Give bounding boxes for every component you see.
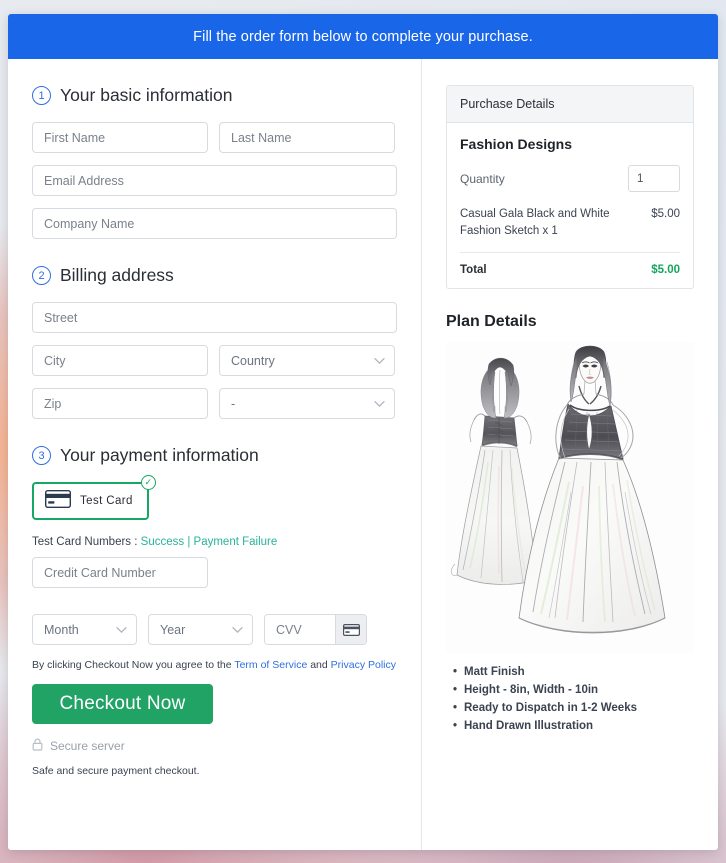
total-row: Total $5.00	[460, 253, 680, 276]
line-item-name: Casual Gala Black and White Fashion Sket…	[460, 208, 610, 237]
step-number-2: 2	[32, 266, 51, 285]
payment-method-tile-wrapper: Test Card ✓	[32, 475, 156, 520]
fashion-sketch-image	[446, 342, 694, 654]
secure-server-label: Secure server	[50, 739, 125, 753]
name-row	[32, 122, 401, 153]
cvv-card-icon	[335, 615, 366, 644]
expiry-month-value: Month	[32, 614, 137, 645]
zip-state-row: -	[32, 388, 401, 419]
cvv-input[interactable]	[265, 615, 335, 644]
company-row	[32, 208, 401, 239]
plan-details-title: Plan Details	[446, 313, 537, 331]
line-item-row: Casual Gala Black and White Fashion Sket…	[460, 206, 680, 254]
cvv-field-group	[264, 614, 367, 645]
purchase-details-body: Fashion Designs Quantity Casual Gala Bla…	[447, 123, 693, 288]
card-number-row	[32, 557, 401, 588]
expiry-year-value: Year	[148, 614, 253, 645]
total-amount: $5.00	[651, 264, 680, 277]
list-item: Matt Finish	[453, 664, 694, 682]
success-test-card-link[interactable]: Success	[141, 536, 184, 548]
credit-card-number-input[interactable]	[32, 557, 208, 588]
privacy-policy-link[interactable]: Privacy Policy	[331, 659, 396, 671]
city-input[interactable]	[32, 345, 208, 376]
spacer-after-basic-info	[32, 251, 401, 265]
expiry-cvv-row: Month Year	[32, 614, 401, 645]
card-body: 1 Your basic information 2 Billing addre…	[8, 59, 718, 850]
purchase-details-panel: Purchase Details Fashion Designs Quantit…	[446, 85, 694, 290]
payment-failure-test-card-link[interactable]: Payment Failure	[194, 536, 278, 548]
line-item-amount: $5.00	[651, 208, 680, 220]
step-header-basic-information: 1 Your basic information	[32, 85, 401, 106]
expiry-year-select[interactable]: Year	[148, 614, 253, 645]
test-card-numbers-row: Test Card Numbers : Success | Payment Fa…	[32, 536, 401, 548]
step-title-billing-address: Billing address	[60, 265, 174, 285]
terms-prefix: By clicking Checkout Now you agree to th…	[32, 659, 235, 671]
quantity-label: Quantity	[460, 171, 505, 186]
step-header-billing-address: 2 Billing address	[32, 265, 401, 286]
credit-card-icon	[44, 489, 72, 513]
payment-method-test-card[interactable]: Test Card	[32, 482, 149, 520]
list-item: Hand Drawn Illustration	[453, 718, 694, 736]
step-title-basic-information: Your basic information	[60, 85, 233, 105]
country-select-value: Country	[219, 345, 395, 376]
street-input[interactable]	[32, 302, 397, 333]
city-country-row: Country	[32, 345, 401, 376]
zip-input[interactable]	[32, 388, 208, 419]
state-select-value: -	[219, 388, 395, 419]
spacer-after-billing	[32, 431, 401, 445]
banner-message: Fill the order form below to complete yo…	[193, 28, 533, 45]
terms-conjunction: and	[307, 659, 331, 671]
terms-agreement-text: By clicking Checkout Now you agree to th…	[32, 659, 401, 671]
spacer-before-expiry	[32, 600, 401, 614]
checkout-now-button[interactable]: Checkout Now	[32, 684, 213, 724]
step-number-3: 3	[32, 446, 51, 465]
total-label: Total	[460, 264, 487, 277]
product-title: Fashion Designs	[460, 136, 573, 152]
header-banner: Fill the order form below to complete yo…	[8, 14, 718, 59]
term-of-service-link[interactable]: Term of Service	[234, 659, 307, 671]
purchase-details-title: Purchase Details	[447, 86, 693, 123]
company-name-input[interactable]	[32, 208, 397, 239]
state-select[interactable]: -	[219, 388, 395, 419]
step-title-payment-information: Your payment information	[60, 445, 259, 465]
safe-checkout-note: Safe and secure payment checkout.	[32, 765, 200, 777]
email-row	[32, 165, 401, 196]
step-number-1: 1	[32, 86, 51, 105]
payment-method-label: Test Card	[80, 495, 133, 507]
expiry-month-select[interactable]: Month	[32, 614, 137, 645]
lock-icon	[32, 738, 43, 754]
street-row	[32, 302, 401, 333]
last-name-input[interactable]	[219, 122, 395, 153]
quantity-row: Quantity	[460, 165, 680, 192]
step-header-payment-information: 3 Your payment information	[32, 445, 401, 466]
checkout-card: Fill the order form below to complete yo…	[8, 14, 718, 850]
test-card-numbers-label: Test Card Numbers :	[32, 536, 138, 548]
secure-server-row: Secure server	[32, 738, 401, 754]
quantity-input[interactable]	[628, 165, 680, 192]
summary-column: Purchase Details Fashion Designs Quantit…	[422, 59, 718, 850]
first-name-input[interactable]	[32, 122, 208, 153]
plan-features-list: Matt Finish Height - 8in, Width - 10in R…	[446, 664, 694, 735]
country-select[interactable]: Country	[219, 345, 395, 376]
list-item: Ready to Dispatch in 1-2 Weeks	[453, 700, 694, 718]
list-item: Height - 8in, Width - 10in	[453, 682, 694, 700]
check-circle-icon: ✓	[140, 475, 156, 490]
order-form-column: 1 Your basic information 2 Billing addre…	[8, 59, 422, 850]
email-input[interactable]	[32, 165, 397, 196]
link-separator: |	[187, 536, 191, 548]
